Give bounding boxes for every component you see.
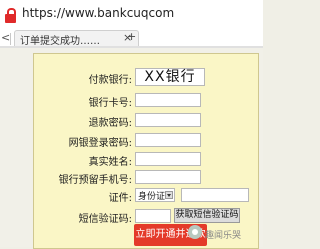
address-bar[interactable]: https://www.bankcuqcom <box>0 0 263 31</box>
phone-label: 银行预留手机号: <box>58 175 132 186</box>
sms-code-input[interactable] <box>135 209 171 223</box>
refund-form: 付款银行: XX银行 银行卡号: 退款密码: 网银登录密码: 真实姓名: 银行预… <box>33 53 259 249</box>
page-content: 付款银行: XX银行 银行卡号: 退款密码: 网银登录密码: 真实姓名: 银行预… <box>0 48 263 249</box>
lock-icon <box>4 8 18 24</box>
watermark: 趣闻乐哭 <box>205 231 242 241</box>
browser-tab[interactable]: 订单提交成功…… × <box>14 30 139 47</box>
id-type-select[interactable]: 身份证 <box>135 188 175 202</box>
refund-password-input[interactable] <box>135 113 201 127</box>
bank-label: 付款银行: <box>88 75 132 86</box>
tab-divider <box>10 33 11 45</box>
real-name-input[interactable] <box>135 152 201 166</box>
sms-code-label: 短信验证码: <box>78 214 132 225</box>
phone-input[interactable] <box>135 170 201 184</box>
chevron-down-icon <box>165 191 173 199</box>
netbank-password-input[interactable] <box>135 133 201 147</box>
bank-name-field: XX银行 <box>135 68 205 86</box>
id-number-input[interactable] <box>181 188 249 202</box>
card-number-input[interactable] <box>135 93 201 107</box>
get-sms-code-button[interactable]: 获取短信验证码 <box>174 208 240 223</box>
url-text[interactable]: https://www.bankcuqcom <box>22 6 174 20</box>
back-arrow-icon[interactable]: < <box>1 31 10 44</box>
watermark-icon <box>188 225 202 239</box>
real-name-label: 真实姓名: <box>88 157 132 168</box>
card-number-label: 银行卡号: <box>88 98 132 109</box>
id-label: 证件: <box>108 193 132 204</box>
tab-title: 订单提交成功…… <box>20 36 100 47</box>
tab-strip: < 订单提交成功…… × + <box>0 30 263 47</box>
refund-password-label: 退款密码: <box>88 118 132 129</box>
new-tab-icon[interactable]: + <box>127 30 136 43</box>
netbank-password-label: 网银登录密码: <box>68 138 132 149</box>
id-type-value: 身份证 <box>138 192 166 202</box>
